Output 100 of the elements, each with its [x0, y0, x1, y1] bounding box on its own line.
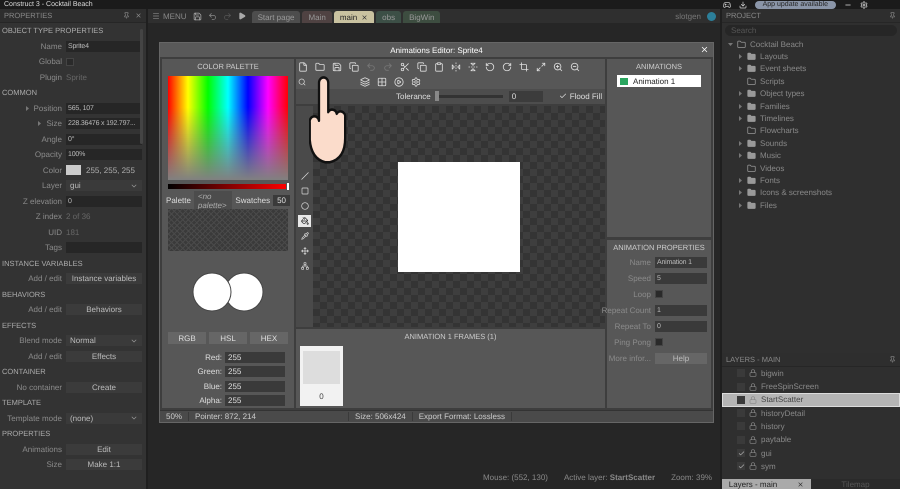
tab[interactable]: Main — [302, 11, 332, 23]
zoom-out-icon[interactable] — [570, 62, 580, 72]
gamepad-icon[interactable] — [722, 0, 731, 8]
lock-icon[interactable] — [749, 436, 757, 444]
visibility-checkbox[interactable] — [737, 462, 745, 470]
checkbox[interactable] — [655, 338, 663, 346]
tree-item[interactable]: Timelines — [722, 112, 840, 125]
folder-icon[interactable] — [747, 114, 756, 124]
layer-row[interactable]: gui — [722, 446, 900, 460]
tool-button[interactable] — [298, 215, 311, 227]
caret-right-icon[interactable] — [738, 202, 743, 208]
checkbox[interactable] — [655, 290, 663, 298]
property-button[interactable]: Edit — [66, 444, 142, 455]
caret-right-icon[interactable] — [738, 116, 743, 122]
caret-right-icon[interactable] — [24, 106, 30, 111]
tree-item[interactable]: Scripts — [722, 75, 840, 88]
rotate-right-icon[interactable] — [502, 62, 512, 72]
tree-item[interactable]: Flowcharts — [722, 124, 840, 138]
menu-button[interactable]: MENU — [152, 12, 187, 20]
search-icon[interactable] — [298, 78, 306, 86]
channel-field[interactable]: 255 — [225, 380, 285, 392]
scissors-icon[interactable] — [400, 62, 410, 72]
folder-icon[interactable] — [737, 40, 746, 49]
flip-vertical-icon[interactable] — [468, 62, 478, 72]
slider-thumb[interactable] — [434, 91, 439, 101]
checkbox[interactable] — [66, 58, 74, 66]
folder-icon[interactable] — [747, 200, 756, 210]
close-icon[interactable] — [361, 14, 368, 20]
property-button[interactable]: Make 1:1 — [66, 459, 142, 470]
zoom-in-icon[interactable] — [553, 62, 563, 72]
caret-right-icon[interactable] — [738, 153, 743, 158]
layer-row[interactable]: FreeSpinScreen — [722, 380, 900, 394]
rotate-left-icon[interactable] — [485, 62, 495, 72]
animation-item[interactable]: Animation 1 — [617, 75, 701, 87]
lock-icon[interactable] — [749, 422, 757, 430]
tab[interactable]: obs — [376, 11, 402, 23]
folder-icon[interactable] — [747, 176, 756, 185]
crop-icon[interactable] — [519, 62, 529, 72]
layer-row[interactable]: history — [722, 420, 900, 434]
settings-icon[interactable] — [860, 0, 868, 8]
frame-thumbnail[interactable]: 0 — [300, 346, 343, 406]
tree-item[interactable]: Music — [722, 150, 840, 162]
caret-right-icon[interactable] — [738, 91, 743, 96]
play-icon[interactable] — [238, 12, 246, 20]
caret-right-icon[interactable] — [738, 178, 743, 183]
flip-horizontal-icon[interactable] — [451, 62, 461, 72]
layer-row[interactable]: sym — [722, 460, 900, 473]
lock-icon[interactable] — [749, 449, 757, 458]
color-swatch[interactable] — [66, 165, 81, 176]
palette-field[interactable]: <no palette> — [194, 190, 232, 211]
user-name[interactable]: slotgen — [675, 12, 701, 20]
mode-button[interactable]: HSL — [209, 332, 247, 344]
menu-icon[interactable] — [152, 12, 160, 20]
layer-row[interactable]: historyDetail — [722, 406, 900, 420]
select-field[interactable]: (none) — [66, 412, 142, 424]
avatar[interactable] — [707, 12, 716, 20]
tree-item[interactable]: Layouts — [722, 50, 840, 63]
tab[interactable]: Start page — [252, 11, 300, 23]
file-icon[interactable] — [298, 62, 308, 72]
close-icon[interactable] — [797, 480, 804, 488]
property-button[interactable]: Create — [66, 382, 142, 393]
folder-icon[interactable] — [747, 188, 756, 198]
pin-icon[interactable] — [123, 12, 130, 19]
select-field[interactable]: Normal — [66, 335, 142, 346]
channel-field[interactable]: 255 — [225, 395, 285, 406]
layers-icon[interactable] — [360, 76, 370, 86]
folder-icon[interactable] — [747, 102, 756, 111]
tree-item[interactable]: Icons & screenshots — [722, 186, 840, 200]
tree-item[interactable]: Object types — [722, 88, 840, 100]
folder-icon[interactable] — [747, 52, 756, 62]
check-icon[interactable] — [558, 92, 567, 100]
visibility-checkbox[interactable] — [737, 396, 745, 404]
channel-field[interactable]: 255 — [225, 352, 285, 363]
property-button[interactable]: Instance variables — [66, 273, 142, 284]
caret-right-icon[interactable] — [738, 66, 743, 72]
swatch-grid[interactable] — [168, 208, 288, 252]
tolerance-field[interactable]: 0 — [508, 91, 543, 102]
folder-icon[interactable] — [747, 151, 756, 160]
pin-icon[interactable] — [889, 12, 896, 19]
select-field[interactable]: gui — [66, 180, 142, 192]
mode-button[interactable]: RGB — [168, 332, 206, 344]
tree-item[interactable]: Event sheets — [722, 62, 840, 76]
property-button[interactable]: Help — [655, 352, 707, 364]
copy-icon[interactable] — [349, 62, 359, 72]
grid-icon[interactable] — [377, 76, 387, 86]
download-icon[interactable] — [738, 0, 747, 8]
caret-right-icon[interactable] — [738, 54, 743, 60]
folder-icon[interactable] — [747, 76, 756, 86]
layer-row[interactable]: bigwin — [722, 366, 900, 380]
panel-tab[interactable]: Layers - main — [722, 479, 811, 489]
caret-right-icon[interactable] — [738, 190, 743, 196]
tree-item[interactable]: Families — [722, 100, 840, 112]
tree-item[interactable]: Fonts — [722, 174, 840, 187]
caret-down-icon[interactable] — [728, 42, 733, 47]
pin-icon[interactable] — [889, 356, 896, 363]
tab[interactable]: main — [334, 11, 374, 23]
slider-thumb[interactable] — [286, 182, 290, 192]
folder-icon[interactable] — [747, 126, 756, 136]
folder-icon[interactable] — [747, 138, 756, 148]
tree-item[interactable]: Files — [722, 199, 840, 212]
